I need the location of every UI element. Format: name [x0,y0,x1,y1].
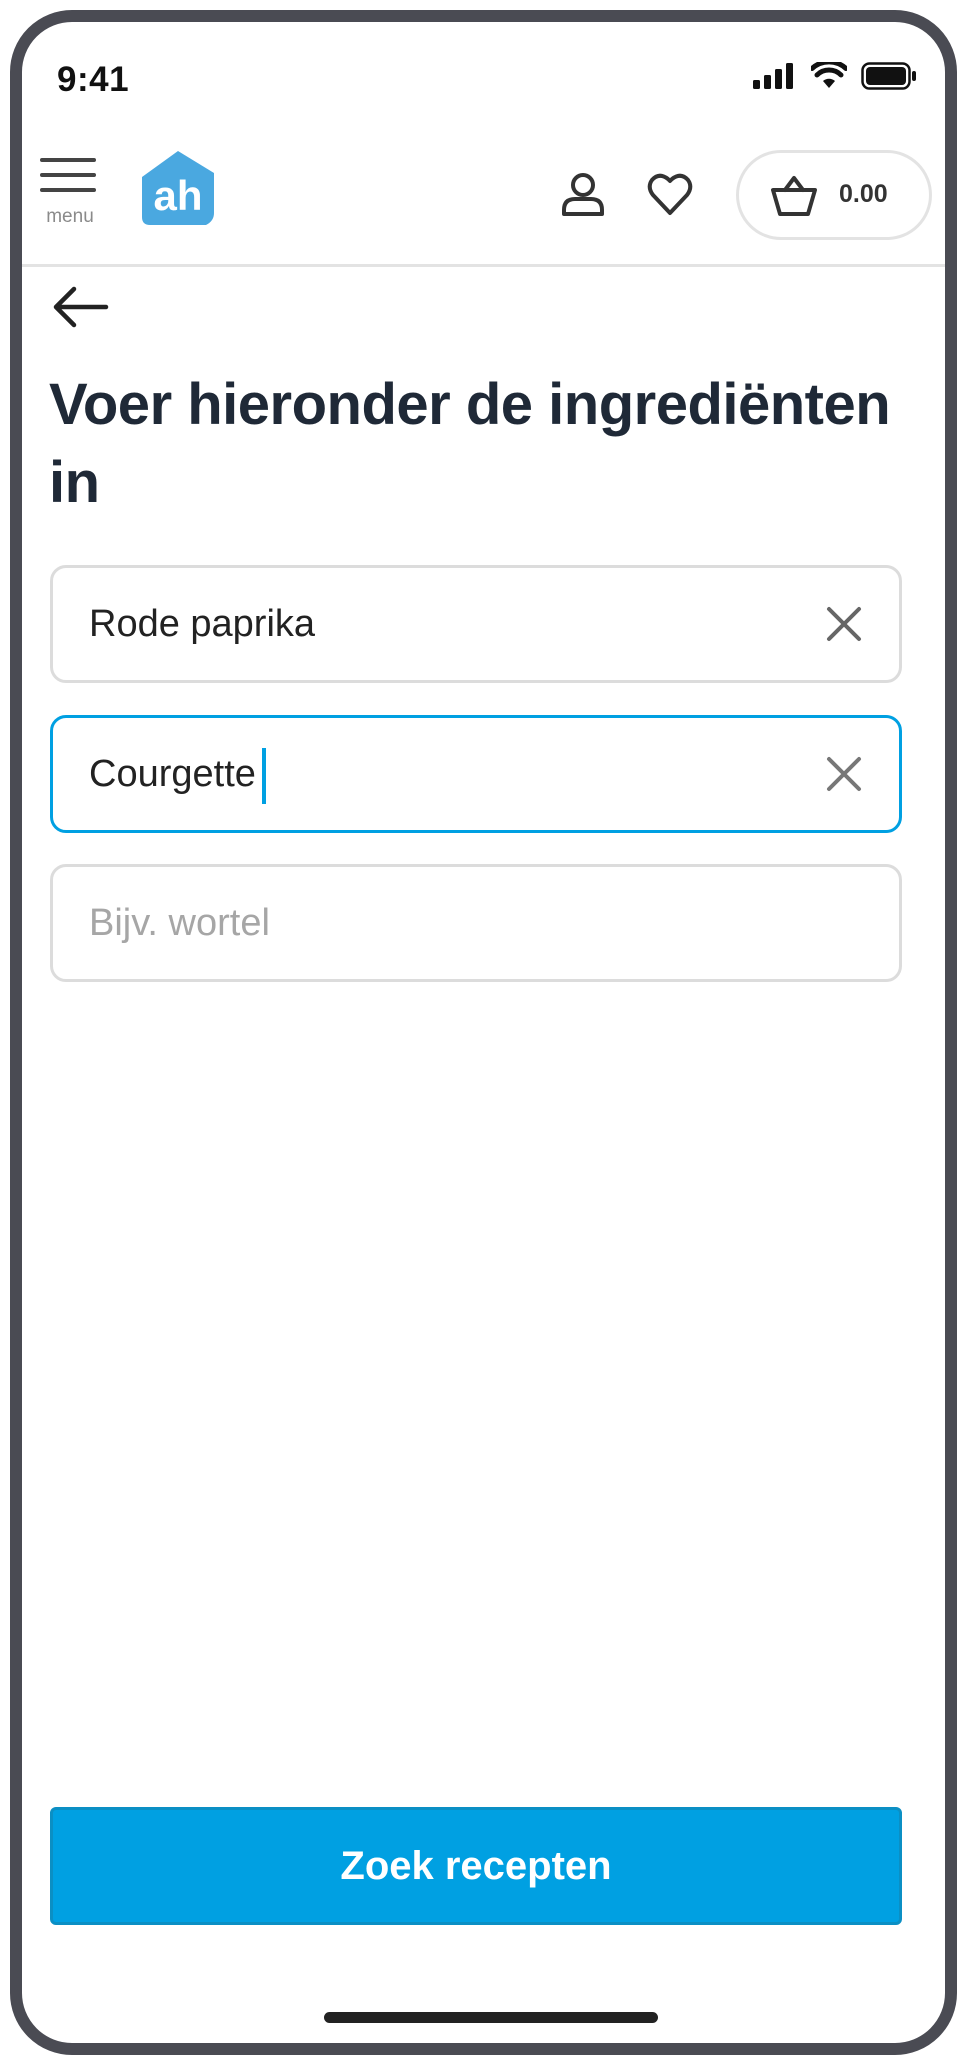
clear-icon[interactable] [825,755,863,793]
albert-heijn-logo[interactable]: ah [134,147,222,235]
status-icons [753,62,917,90]
home-indicator [324,2012,658,2023]
wifi-icon [811,62,847,88]
menu-icon-line [40,173,96,177]
ingredient-input-1[interactable] [89,568,789,680]
back-arrow-icon[interactable] [48,280,112,334]
app-header: menu ah 0.00 [22,122,945,267]
heart-icon[interactable] [646,170,694,218]
menu-button[interactable]: menu [37,156,103,227]
ingredient-input-3[interactable] [89,867,789,979]
phone-frame: 9:41 menu ah 0.00 Voer hieronder de ingr… [10,10,957,2055]
battery-icon [861,62,916,90]
basket-icon [771,176,817,216]
status-bar: 9:41 [22,22,945,122]
ingredient-field-3[interactable] [50,864,902,982]
cart-total: 0.00 [839,180,888,208]
page-title: Voer hieronder de ingrediënten in [49,372,891,515]
menu-label: menu [46,206,94,227]
menu-icon [40,158,96,162]
ingredient-input-2[interactable] [89,718,789,830]
clear-icon[interactable] [825,605,863,643]
text-cursor [262,748,266,804]
status-time: 9:41 [57,60,130,99]
logo-text: ah [153,172,202,219]
ingredient-field-2[interactable] [50,715,902,833]
cart-button[interactable]: 0.00 [736,150,932,240]
account-icon[interactable] [559,170,607,218]
menu-icon-line [40,188,96,192]
search-recipes-button[interactable]: Zoek recepten [50,1807,902,1925]
ingredient-field-1[interactable] [50,565,902,683]
signal-icon [753,63,793,89]
